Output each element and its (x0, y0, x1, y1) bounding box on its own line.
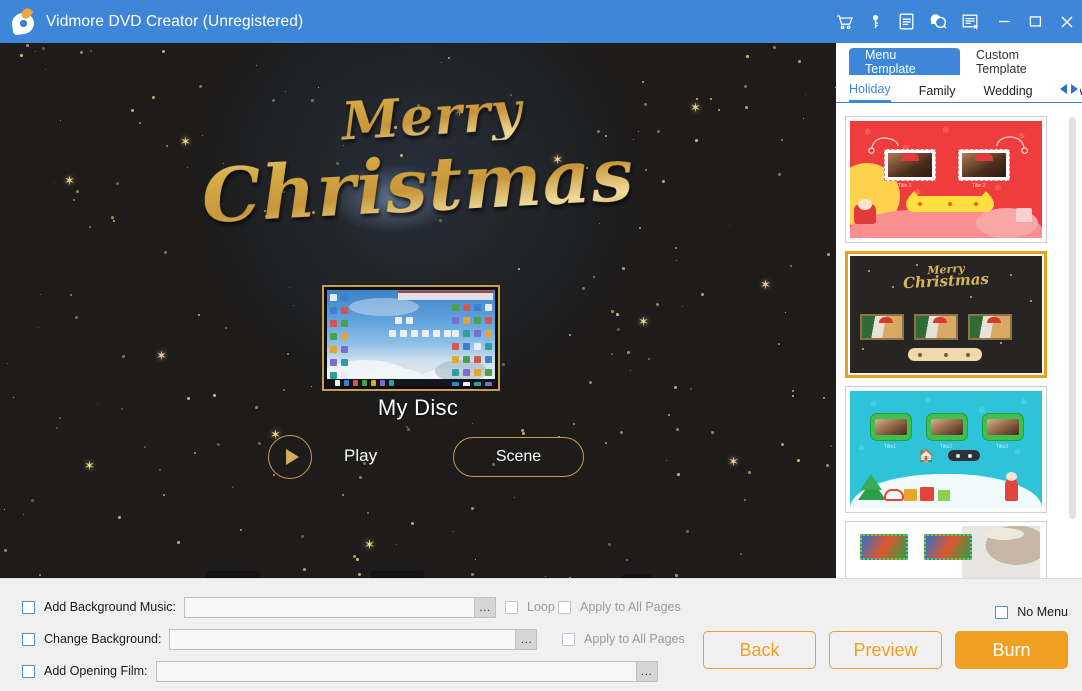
arrow-right-icon[interactable] (1069, 79, 1080, 99)
prev-page-button[interactable] (206, 571, 260, 578)
disc-name-label[interactable]: My Disc (0, 395, 836, 421)
play-triangle-icon (286, 449, 299, 465)
template-white-photo[interactable] (845, 521, 1047, 578)
back-button[interactable]: Back (703, 631, 816, 669)
background-music-browse-button[interactable]: ... (474, 598, 495, 617)
add-opening-film-label: Add Opening Film: (44, 664, 148, 678)
background-apply-to-all-pages-checkbox[interactable] (562, 633, 575, 646)
save-as-custom-template-button[interactable]: ★ Save As Custom Template (622, 571, 808, 578)
document-icon[interactable] (891, 0, 922, 43)
change-background-browse-button[interactable]: ... (515, 630, 536, 649)
main-tabs: Menu Template Custom Template (836, 43, 1082, 75)
menu-list-icon[interactable] (953, 0, 989, 43)
template-list[interactable]: ❄ ❄ ❄ ❄ ❄ ❄ ❄ Title 1 Title 2 (836, 106, 1082, 578)
background-music-input[interactable] (185, 598, 474, 617)
disc-thumbnail[interactable] (322, 285, 500, 391)
music-apply-to-all-pages-checkbox[interactable] (558, 601, 571, 614)
change-background-checkbox[interactable] (22, 633, 35, 646)
opening-film-field[interactable]: ... (156, 661, 658, 682)
add-opening-film-row: Add Opening Film: ... (22, 660, 658, 682)
change-background-input[interactable] (170, 630, 515, 649)
change-background-field[interactable]: ... (169, 629, 537, 650)
menu-preview-stage: ✶✶✶✶✶✶✶✶✶✶✶✶ Merry Christmas My Disc Pla… (0, 43, 836, 578)
change-background-row: Change Background: ... (22, 628, 537, 650)
category-tabs: Holiday Family Wedding Trav (836, 75, 1082, 103)
opening-film-input[interactable] (157, 662, 636, 681)
loop-row: Loop (505, 596, 555, 618)
tab-menu-template[interactable]: Menu Template (849, 48, 960, 75)
close-icon[interactable] (1051, 0, 1082, 43)
no-menu-label: No Menu (1017, 605, 1068, 619)
add-background-music-label: Add Background Music: (44, 600, 176, 614)
template-list-scrollbar[interactable] (1069, 117, 1076, 569)
template-title-label: Title3 (996, 444, 1008, 450)
play-label[interactable]: Play (344, 446, 377, 466)
no-menu-row: No Menu (995, 605, 1068, 619)
add-background-music-checkbox[interactable] (22, 601, 35, 614)
arrow-left-icon[interactable] (1058, 79, 1069, 99)
opening-film-browse-button[interactable]: ... (636, 662, 657, 681)
template-red-santa[interactable]: ❄ ❄ ❄ ❄ ❄ ❄ ❄ Title 1 Title 2 (845, 116, 1047, 243)
template-dark-christmas[interactable]: Merry Christmas (845, 251, 1047, 378)
play-button[interactable] (268, 435, 312, 479)
background-apply-to-all-pages-label: Apply to All Pages (584, 632, 685, 646)
background-music-field[interactable]: ... (184, 597, 496, 618)
titlebar-icon-group (829, 0, 1082, 43)
template-cyan-winter[interactable]: ❄ ❄ ❄ ❄ ❄ ❄ Title1 Title2 Title3 🏠 (845, 386, 1047, 513)
scrollbar-thumb[interactable] (1069, 117, 1076, 519)
action-buttons: Back Preview Burn (703, 631, 1068, 669)
template-title-label: Title1 (884, 444, 896, 450)
tab-holiday[interactable]: Holiday (849, 76, 891, 102)
preview-button[interactable]: Preview (829, 631, 942, 669)
background-apply-all-row: Apply to All Pages (562, 628, 685, 650)
template-title-label: Title 2 (972, 183, 985, 189)
category-tab-arrows (1056, 79, 1080, 99)
change-background-label: Change Background: (44, 632, 161, 646)
maximize-icon[interactable] (1020, 0, 1051, 43)
template-panel: Menu Template Custom Template Holiday Fa… (836, 43, 1082, 578)
add-background-music-row: Add Background Music: ... (22, 596, 496, 618)
no-menu-checkbox[interactable] (995, 606, 1008, 619)
bottom-options-bar: Add Background Music: ... Loop Apply to … (0, 578, 1082, 691)
music-apply-to-all-pages-label: Apply to All Pages (580, 600, 681, 614)
loop-label: Loop (527, 600, 555, 614)
template-title-label: Title 1 (898, 183, 911, 189)
tab-custom-template[interactable]: Custom Template (960, 49, 1082, 75)
title-bar: Vidmore DVD Creator (Unregistered) (0, 0, 1082, 43)
minimize-icon[interactable] (989, 0, 1020, 43)
scene-button[interactable]: Scene (453, 437, 584, 477)
burn-button[interactable]: Burn (955, 631, 1068, 669)
desktop-window (398, 291, 493, 300)
desktop-screenshot (327, 290, 495, 386)
key-icon[interactable] (860, 0, 891, 43)
next-page-button[interactable] (370, 571, 424, 578)
tab-family[interactable]: Family (919, 76, 956, 102)
dvd-flame-icon (10, 9, 36, 35)
home-icon: 🏠 (918, 449, 934, 462)
music-apply-all-row: Apply to All Pages (558, 596, 681, 618)
add-opening-film-checkbox[interactable] (22, 665, 35, 678)
tab-wedding[interactable]: Wedding (984, 76, 1033, 102)
template-title-label: Title2 (940, 444, 952, 450)
chat-support-icon[interactable] (922, 0, 953, 43)
cart-icon[interactable] (829, 0, 860, 43)
loop-checkbox[interactable] (505, 601, 518, 614)
app-title: Vidmore DVD Creator (Unregistered) (46, 13, 303, 31)
